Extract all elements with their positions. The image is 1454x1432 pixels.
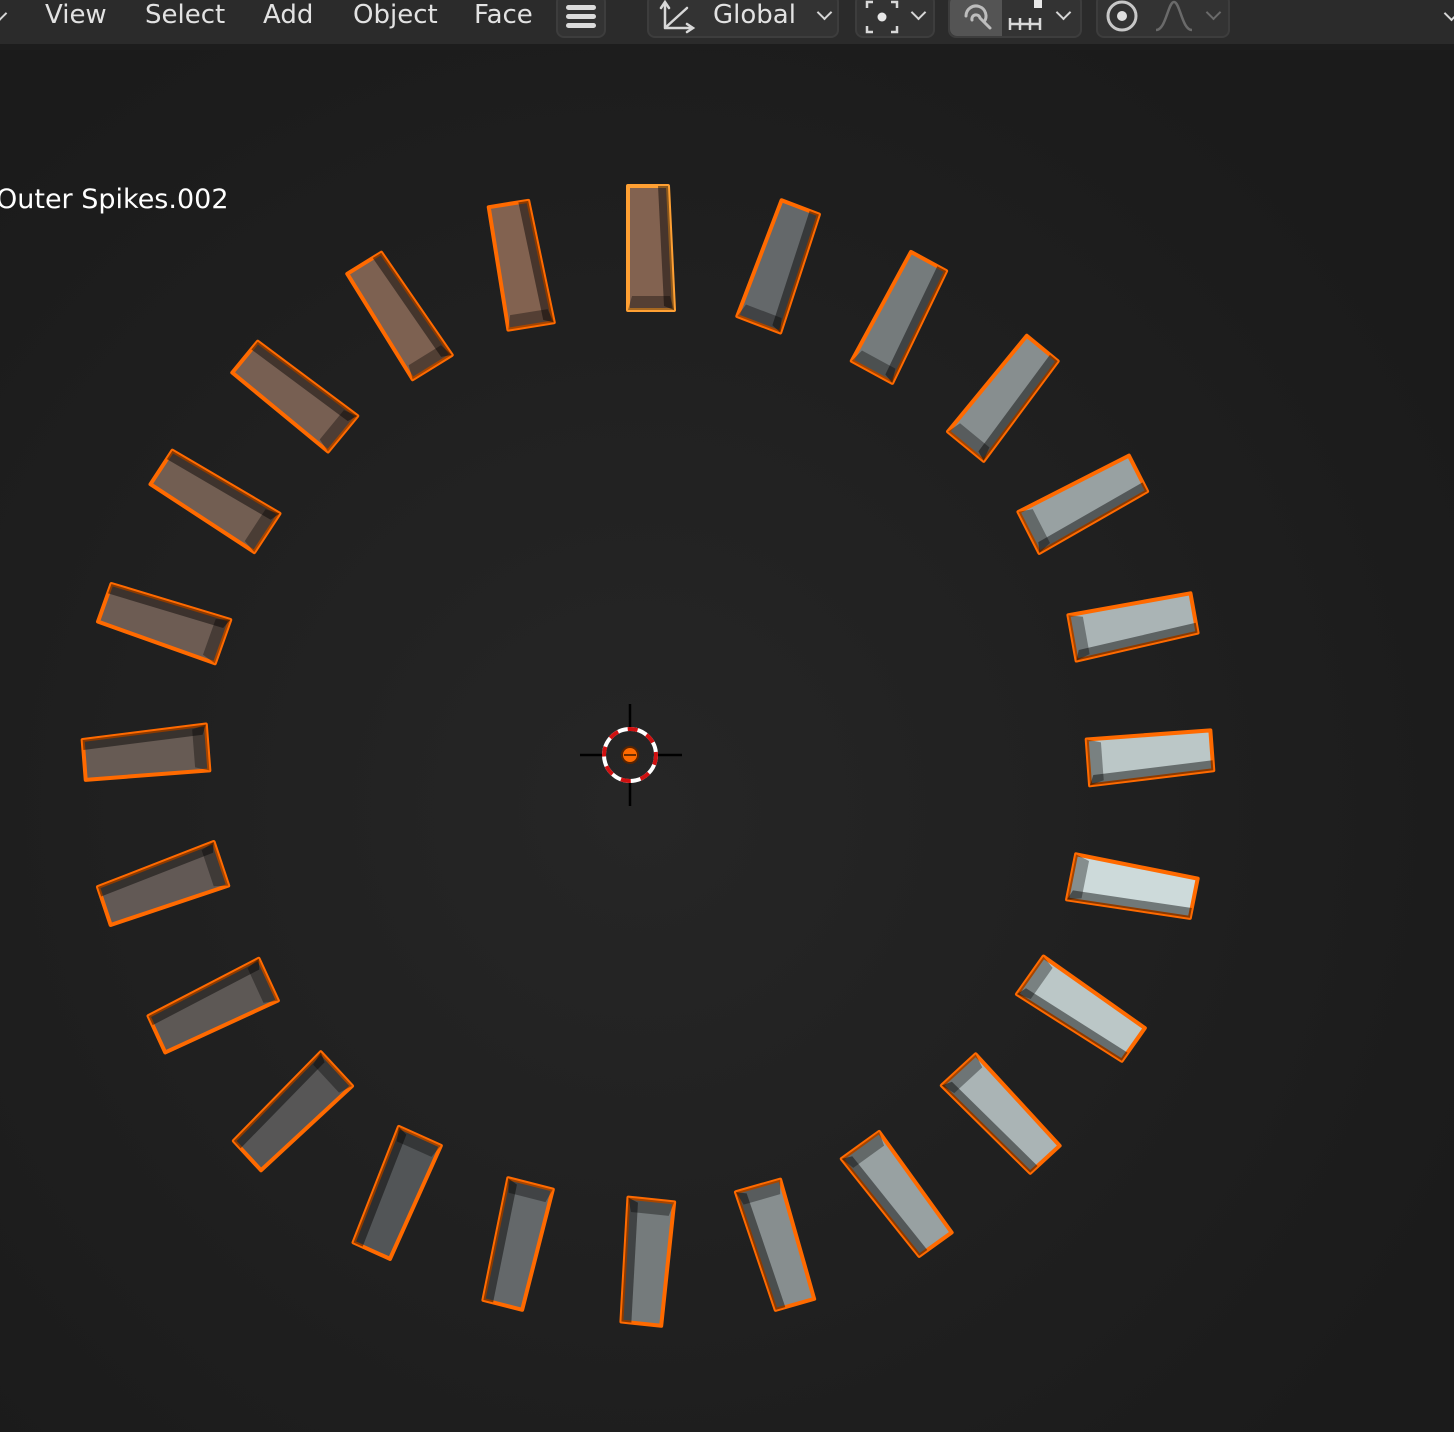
spike-object[interactable] [1065, 852, 1200, 923]
spike-object[interactable] [735, 198, 824, 335]
spike-end-face [628, 296, 674, 310]
menu-view[interactable]: View [45, 0, 107, 32]
spike-object[interactable] [849, 249, 952, 385]
chevron-down-icon [1205, 4, 1222, 21]
spike-object[interactable] [946, 333, 1062, 463]
menu-face[interactable]: Face [474, 0, 533, 32]
active-object-name: Outer Spikes.002 [0, 184, 229, 215]
magnet-icon [964, 4, 992, 30]
editor-type-chevron-icon[interactable] [0, 5, 8, 22]
spike-object[interactable] [733, 1177, 817, 1312]
snap-increment-icon [1008, 0, 1042, 30]
spike-object[interactable] [1084, 728, 1216, 788]
spike-object[interactable] [348, 1124, 443, 1261]
spike-object[interactable] [230, 1050, 355, 1173]
falloff-curve-icon [1155, 0, 1193, 32]
snap-toggle-button[interactable] [950, 0, 1002, 36]
spike-object[interactable] [1066, 591, 1200, 663]
spike-object[interactable] [839, 1129, 954, 1259]
transform-orientation-value: Global [713, 0, 796, 30]
spike-object[interactable] [95, 840, 231, 927]
spike-ring [80, 184, 1216, 1328]
spike-object[interactable] [1016, 453, 1150, 555]
falloff-dropdown[interactable] [1148, 0, 1230, 36]
spike-object[interactable] [146, 956, 280, 1055]
transform-orientation-dropdown[interactable]: Global [647, 0, 839, 38]
3d-viewport[interactable]: Outer Spikes.002 [0, 50, 1454, 1432]
spike-object[interactable] [1014, 954, 1147, 1066]
proportional-editing-toggle[interactable] [1098, 0, 1146, 36]
3d-cursor-icon[interactable] [580, 704, 682, 806]
spike-object[interactable] [626, 184, 676, 312]
spike-object[interactable] [95, 578, 233, 666]
snapping-group [948, 0, 1082, 38]
viewport-header: View Select Add Object Face Global [0, 0, 1454, 44]
spike-object[interactable] [939, 1052, 1062, 1176]
spike-object[interactable] [230, 337, 360, 454]
spike-object[interactable] [345, 250, 454, 382]
menu-object[interactable]: Object [353, 0, 438, 32]
proportional-editing-group [1096, 0, 1230, 38]
pivot-point-icon [865, 0, 899, 34]
transform-axes-icon [659, 0, 696, 34]
spike-object[interactable] [615, 1195, 677, 1328]
chevron-down-icon [1055, 4, 1072, 21]
menu-collapse-button[interactable] [556, 0, 606, 38]
spike-object[interactable] [478, 1176, 555, 1312]
hamburger-icon [566, 5, 596, 28]
spike-object[interactable] [486, 198, 556, 332]
viewport-canvas[interactable] [0, 50, 1454, 1432]
menu-add[interactable]: Add [263, 0, 313, 32]
spike-object[interactable] [148, 446, 282, 555]
chevron-down-icon [910, 4, 927, 21]
header-overflow-chevron-icon[interactable] [1443, 5, 1454, 22]
snap-target-dropdown[interactable] [1002, 0, 1082, 36]
proportional-editing-icon [1106, 0, 1138, 32]
spike-object[interactable] [80, 722, 212, 782]
pivot-point-dropdown[interactable] [855, 0, 935, 38]
chevron-down-icon [816, 4, 833, 21]
menu-select[interactable]: Select [145, 0, 225, 32]
